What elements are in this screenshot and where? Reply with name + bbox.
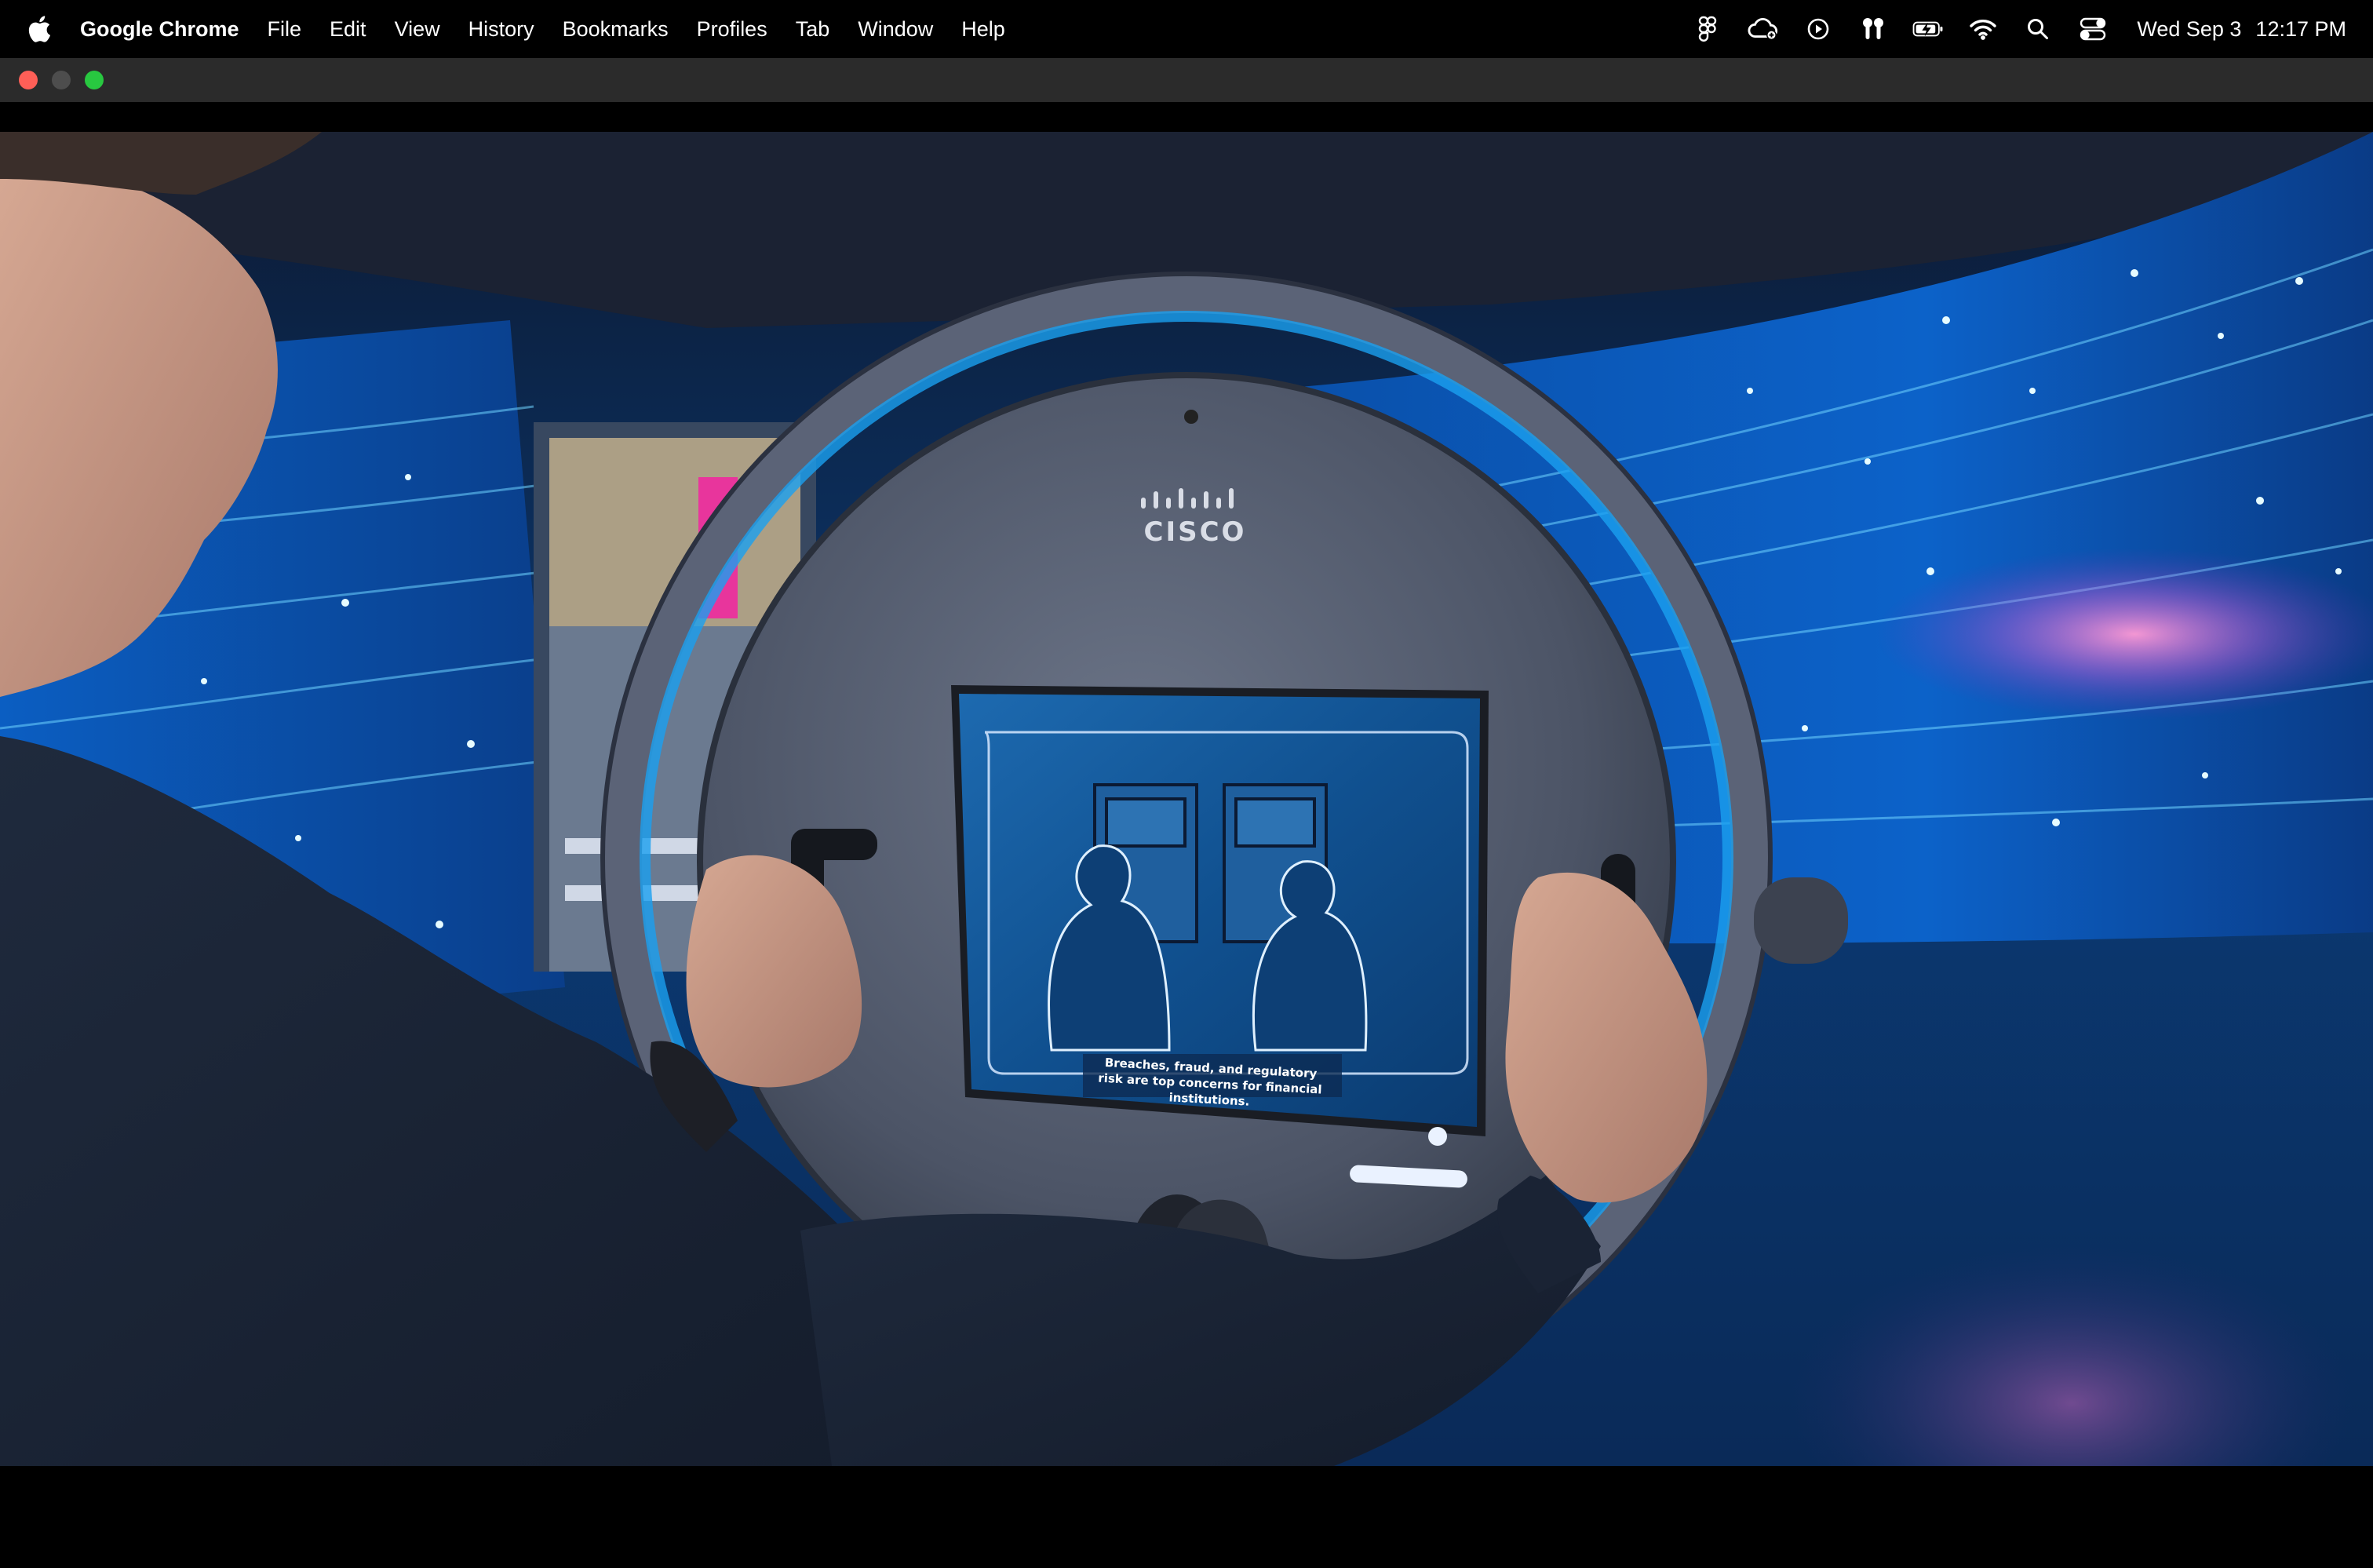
video-frame[interactable]: CISCO Breaches, fraud, and regulatory ri… [0,132,2373,1568]
menu-bar: Google Chrome File Edit View History Boo… [0,0,2373,58]
clock-time: 12:17 PM [2255,16,2346,41]
zoom-window-button[interactable] [85,71,104,89]
wifi-icon[interactable] [1967,13,1999,45]
video-viewport[interactable]: CISCO Breaches, fraud, and regulatory ri… [0,102,2373,1541]
apple-menu-icon[interactable] [27,14,52,44]
airpods-icon[interactable] [1857,13,1889,45]
menu-help[interactable]: Help [961,17,1005,42]
menu-edit[interactable]: Edit [330,17,366,42]
menu-tab[interactable]: Tab [796,17,830,42]
minimize-window-button[interactable] [52,71,71,89]
play-circle-icon[interactable] [1803,13,1834,45]
menu-file[interactable]: File [268,17,302,42]
close-window-button[interactable] [19,71,38,89]
creative-cloud-icon[interactable] [1748,13,1779,45]
clock-date: Wed Sep 3 [2137,16,2242,41]
menu-bookmarks[interactable]: Bookmarks [563,17,669,42]
menu-bar-clock[interactable]: Wed Sep 3 12:17 PM [2137,17,2346,42]
menu-history[interactable]: History [468,17,534,42]
search-icon[interactable] [2022,13,2054,45]
control-center-icon[interactable] [2077,13,2109,45]
video-scene-illustration [0,132,2373,1466]
menu-bar-right: Wed Sep 3 12:17 PM [1669,0,2346,58]
video-bottom-letterbox [0,1466,2373,1541]
menu-profiles[interactable]: Profiles [697,17,767,42]
menu-app-name[interactable]: Google Chrome [80,17,239,42]
window-titlebar [0,58,2373,103]
menu-bar-left: Google Chrome File Edit View History Boo… [0,0,1033,58]
figma-icon[interactable] [1693,13,1724,45]
cisco-bridge-bars-icon [1141,488,1234,509]
cisco-wordmark: CISCO [1143,516,1247,548]
menu-view[interactable]: View [395,17,440,42]
battery-charging-icon[interactable] [1912,13,1944,45]
cisco-logo: CISCO [1136,487,1254,548]
menu-window[interactable]: Window [858,17,933,42]
